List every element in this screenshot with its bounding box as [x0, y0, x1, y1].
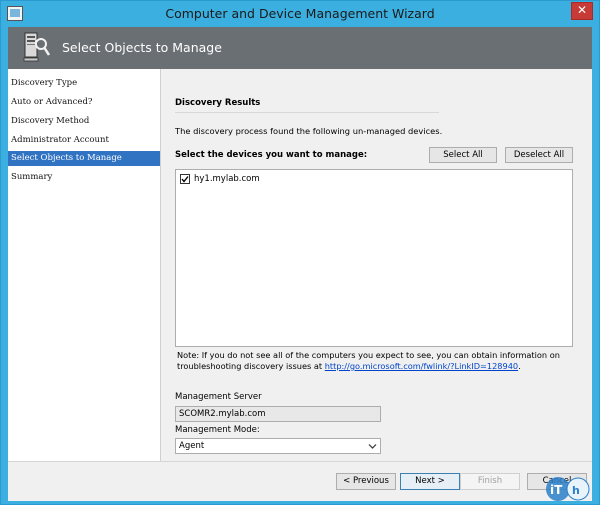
- device-list[interactable]: hy1.mylab.com: [175, 169, 573, 347]
- device-name: hy1.mylab.com: [194, 174, 260, 184]
- wizard-computer-icon: [23, 32, 50, 62]
- previous-button[interactable]: < Previous: [336, 473, 396, 490]
- management-mode-label: Management Mode:: [175, 425, 260, 435]
- select-devices-label: Select the devices you want to manage:: [175, 150, 368, 160]
- main-panel: Discovery Results The discovery process …: [160, 69, 592, 461]
- select-all-button[interactable]: Select All: [429, 147, 497, 163]
- next-button[interactable]: Next >: [400, 473, 460, 490]
- checkmark-icon: [181, 176, 189, 183]
- wizard-step-nav: Discovery Type Auto or Advanced? Discove…: [8, 69, 160, 461]
- intro-text: The discovery process found the followin…: [175, 126, 443, 136]
- title-bar[interactable]: Computer and Device Management Wizard ✕: [1, 1, 599, 27]
- management-mode-select[interactable]: Agent: [175, 438, 381, 454]
- svg-text:iT: iT: [550, 483, 563, 497]
- ithome-watermark-logo: iT h: [546, 477, 590, 501]
- nav-step-discovery-method[interactable]: Discovery Method: [8, 114, 160, 129]
- troubleshooting-link[interactable]: http://go.microsoft.com/fwlink/?LinkID=1…: [325, 361, 518, 371]
- wizard-window: Computer and Device Management Wizard ✕ …: [0, 0, 600, 505]
- management-server-field: SCOMR2.mylab.com: [175, 406, 381, 422]
- wizard-footer: < Previous Next > Finish Cancel: [8, 461, 592, 501]
- note-end: .: [518, 361, 521, 371]
- page-title: Select Objects to Manage: [62, 40, 222, 55]
- management-server-label: Management Server: [175, 392, 262, 402]
- deselect-all-button[interactable]: Deselect All: [505, 147, 573, 163]
- section-divider: [175, 112, 439, 113]
- close-button[interactable]: ✕: [571, 2, 593, 20]
- window-title: Computer and Device Management Wizard: [165, 6, 435, 21]
- nav-step-summary[interactable]: Summary: [8, 170, 160, 185]
- nav-step-discovery-type[interactable]: Discovery Type: [8, 76, 160, 91]
- nav-step-administrator-account[interactable]: Administrator Account: [8, 133, 160, 148]
- chevron-down-icon: [368, 444, 377, 449]
- nav-step-select-objects[interactable]: Select Objects to Manage: [8, 151, 160, 166]
- troubleshooting-note: Note: If you do not see all of the compu…: [177, 350, 573, 372]
- nav-step-auto-or-advanced[interactable]: Auto or Advanced?: [8, 95, 160, 110]
- wizard-header: Select Objects to Manage: [8, 27, 592, 69]
- management-mode-value: Agent: [179, 441, 205, 451]
- finish-button[interactable]: Finish: [460, 473, 520, 490]
- wizard-content: Discovery Type Auto or Advanced? Discove…: [8, 69, 592, 461]
- section-title: Discovery Results: [175, 98, 261, 108]
- device-checkbox[interactable]: [180, 174, 190, 184]
- list-item[interactable]: hy1.mylab.com: [180, 173, 260, 185]
- svg-text:h: h: [572, 484, 580, 497]
